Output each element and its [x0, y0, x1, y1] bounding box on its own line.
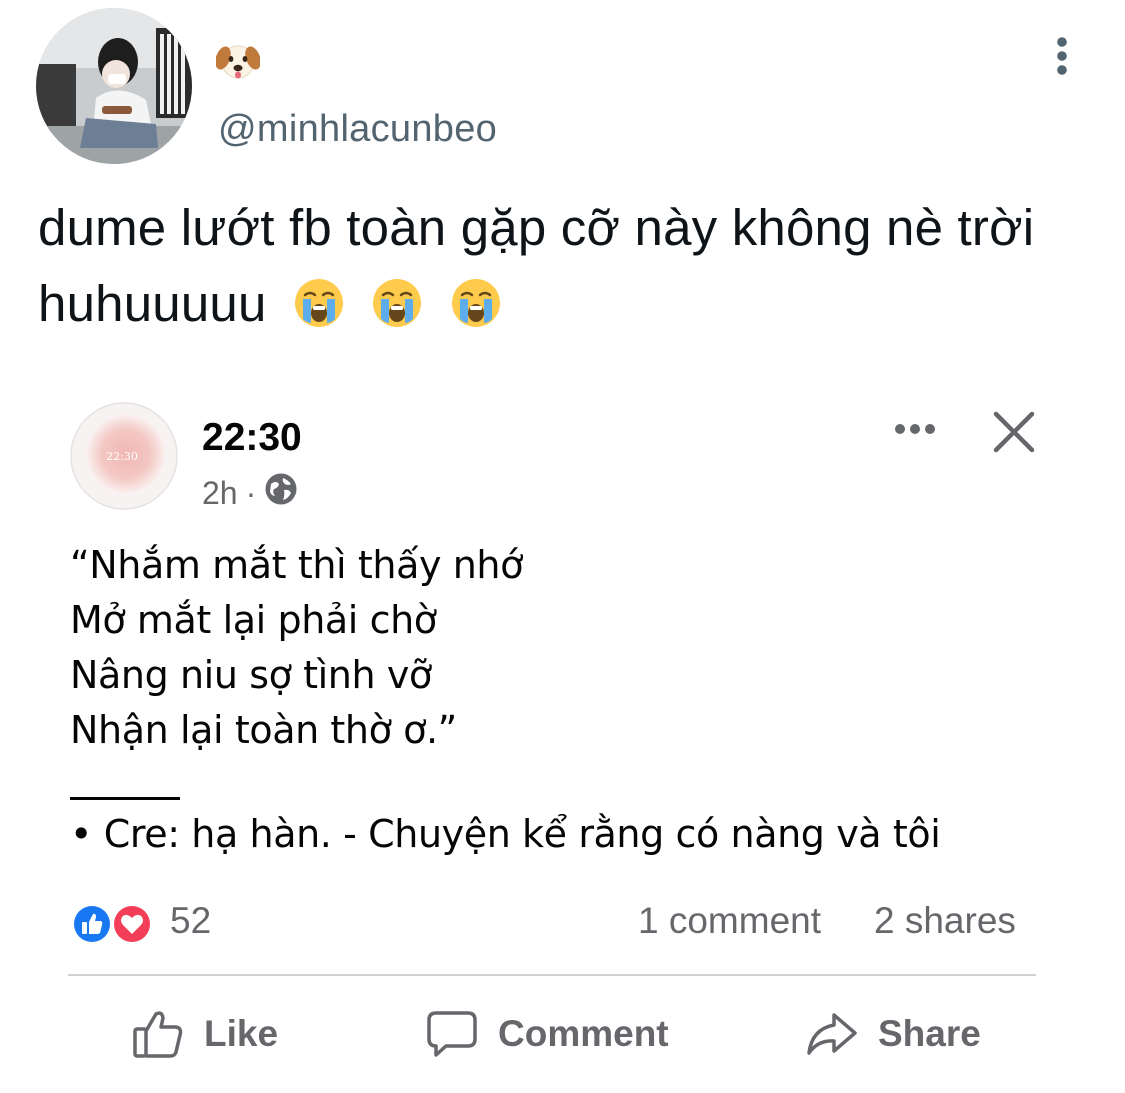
loudly-crying-face-icon [293, 274, 345, 327]
share-label: Share [878, 1013, 981, 1054]
share-button[interactable]: Share [806, 1004, 981, 1064]
globe-icon [264, 472, 298, 514]
fb-post-body: “Nhắm mắt thì thấy nhớ Mở mắt lại phải c… [70, 538, 523, 758]
poem-line: “Nhắm mắt thì thấy nhớ [70, 543, 523, 587]
poem-line: Nhận lại toàn thờ ơ.” [70, 708, 457, 752]
fb-page-avatar[interactable]: 22:30 [70, 402, 178, 510]
reaction-icons[interactable] [68, 900, 160, 948]
dog-face-emoji-icon [215, 40, 261, 82]
thumbs-up-icon [133, 1011, 183, 1058]
meta-separator: · [245, 474, 257, 511]
comment-bubble-icon [427, 1011, 477, 1057]
more-vertical-icon[interactable] [1052, 36, 1072, 80]
user-avatar[interactable] [36, 8, 192, 164]
close-icon[interactable] [990, 408, 1038, 456]
loudly-crying-face-icon [450, 274, 502, 327]
comment-label: Comment [498, 1013, 669, 1054]
fb-post-credit: • Cre: hạ hàn. - Chuyện kể rằng có nàng … [70, 812, 941, 856]
text-divider [70, 797, 180, 800]
comment-button[interactable]: Comment [426, 1004, 669, 1064]
user-handle[interactable]: @minhlacunbeo [218, 108, 497, 151]
tweet-text-content: dume lướt fb toàn gặp cỡ này không nè tr… [38, 199, 1035, 332]
fb-page-name[interactable]: 22:30 [202, 416, 302, 460]
actions-divider [68, 974, 1036, 976]
tweet-text: dume lướt fb toàn gặp cỡ này không nè tr… [38, 190, 1088, 342]
share-count[interactable]: 2 shares [874, 900, 1016, 942]
share-arrow-icon [807, 1013, 857, 1055]
fb-avatar-text: 22:30 [106, 450, 138, 463]
fb-post-time[interactable]: 2h [202, 475, 238, 512]
fb-more-horizontal-icon[interactable] [892, 414, 938, 444]
loudly-crying-face-icon [371, 274, 423, 327]
poem-line: Nâng niu sợ tình vỡ [70, 653, 432, 697]
like-button[interactable]: Like [132, 1004, 278, 1064]
fb-post-meta: 2h · [202, 472, 298, 514]
poem-line: Mở mắt lại phải chờ [70, 598, 437, 642]
reaction-count[interactable]: 52 [170, 900, 211, 942]
like-label: Like [204, 1013, 279, 1054]
comment-count[interactable]: 1 comment [638, 900, 821, 942]
